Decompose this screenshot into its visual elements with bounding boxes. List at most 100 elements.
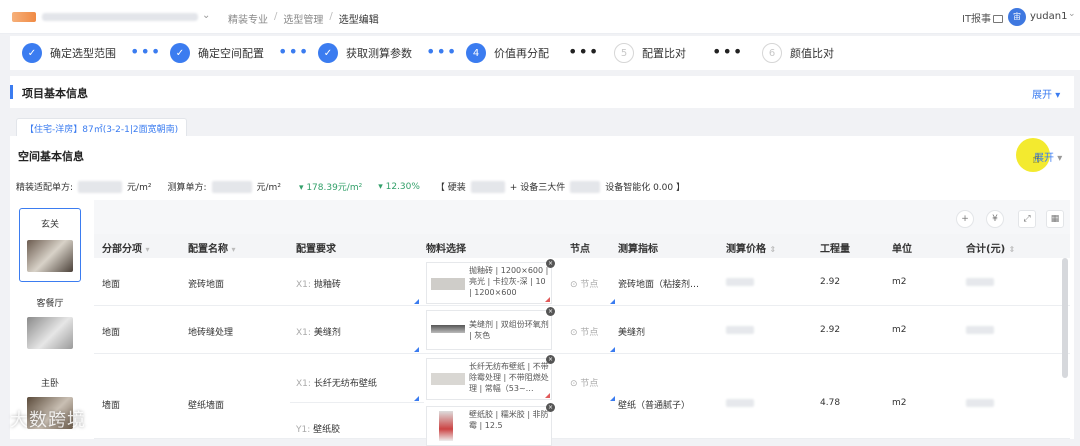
tab-unit-type[interactable]: 【住宅-洋房】87㎡(3-2-1|2面宽朝南)	[16, 118, 188, 137]
room-label: 主卧	[40, 379, 59, 389]
close-icon[interactable]: ×	[546, 355, 555, 364]
material-select[interactable]: 长纤无纺布壁纸 | 不带除霉处理 | 不带阻燃处理 | 常幅（53~… ×	[426, 355, 555, 400]
cell-price	[726, 278, 754, 289]
it-report-button[interactable]: IT报事	[962, 10, 1004, 25]
step-label: 价值再分配	[494, 47, 549, 60]
redacted-value	[78, 180, 123, 193]
material-select[interactable]: 抛釉砖 | 1200×600 | 亮光 | 卡拉灰-深 | 10 | 1200×…	[426, 259, 555, 304]
breadcrumb-item[interactable]: 选型管理	[283, 11, 323, 26]
expand-label: 展开	[1032, 90, 1052, 101]
column-header-price[interactable]: 测算价格 ⇕	[726, 240, 776, 255]
step-progress: ✓ 确定选型范围 ••• ✓ 确定空间配置 ••• ✓ 获取测算参数 ••• 4 价值再…	[10, 36, 1080, 70]
room-item-living-dining[interactable]: 客餐厅	[19, 296, 81, 356]
username[interactable]: yudan1	[1030, 11, 1067, 22]
logo[interactable]	[12, 12, 36, 22]
node-label: 节点	[580, 379, 599, 389]
material-swatch	[439, 411, 453, 441]
column-settings-icon[interactable]: ▦	[1046, 210, 1064, 228]
cell-part: 地面	[102, 328, 121, 338]
node-link[interactable]: ⊙ 节点	[570, 376, 598, 389]
cell-unit: m2	[892, 277, 907, 287]
cell-name: 地砖缝处理	[188, 328, 234, 338]
vertical-scrollbar[interactable]	[1062, 258, 1068, 378]
header-label: 分部分项	[102, 244, 142, 255]
material-select[interactable]: 美缝剂 | 双组份环氧剂 | 灰色 ×	[426, 307, 555, 350]
section-accent-bar	[10, 85, 13, 99]
table-row[interactable]: 墙面 壁纸墙面 X1: 长纤无纺布壁纸 长纤无纺布壁纸 | 不带除霉处理 | 不…	[94, 354, 1070, 446]
breadcrumb: 精装专业 / 选型管理 / 选型编辑	[228, 11, 379, 26]
redacted-value	[470, 180, 505, 193]
add-icon[interactable]: +	[956, 210, 974, 228]
smart-equipment-label: 设备智能化 0.00 】	[605, 183, 685, 193]
step-label: 获取测算参数	[346, 47, 412, 60]
close-icon[interactable]: ×	[546, 307, 555, 316]
node-link[interactable]: ⊙ 节点	[570, 325, 598, 338]
requirement-value: 美缝剂	[313, 328, 341, 338]
chevron-down-icon[interactable]: ⌄	[1068, 9, 1076, 19]
node-label: 节点	[580, 328, 599, 338]
column-header-total[interactable]: 合计(元) ⇕	[966, 240, 1015, 255]
step-5[interactable]: 5 配置比对	[614, 42, 686, 64]
table-header: 分部分项 ▾ 配置名称 ▾ 配置要求 物料选择 节点 测算指标 测算价格 ⇕ 工…	[94, 234, 1070, 258]
project-expand-button[interactable]: 展开 ▾	[1032, 86, 1060, 101]
step-2[interactable]: ✓ 确定空间配置	[170, 42, 264, 64]
chevron-down-icon: ▾	[1055, 90, 1061, 101]
currency-icon[interactable]: ¥	[986, 210, 1004, 228]
cell-requirement[interactable]: Y1: 壁纸胶	[296, 422, 340, 435]
node-link[interactable]: ⊙ 节点	[570, 277, 598, 290]
column-header-metric: 测算指标	[618, 244, 658, 255]
fullscreen-icon[interactable]: ⤢	[1018, 210, 1036, 228]
step-3[interactable]: ✓ 获取测算参数	[318, 42, 412, 64]
editable-corner-icon	[610, 299, 615, 304]
step-label: 配置比对	[642, 47, 686, 60]
step-4[interactable]: 4 价值再分配	[466, 42, 549, 64]
breadcrumb-item[interactable]: 精装专业	[228, 11, 268, 26]
table-row[interactable]: 地面 地砖缝处理 X1: 美缝剂 美缝剂 | 双组份环氧剂 | 灰色 × ⊙ 节…	[94, 306, 1070, 354]
editable-corner-icon	[610, 347, 615, 352]
room-thumbnail	[27, 317, 73, 349]
cell-quantity: 2.92	[820, 325, 841, 335]
cell-requirement[interactable]: X1: 长纤无纺布壁纸	[296, 376, 377, 389]
redacted-value	[726, 278, 754, 286]
close-icon[interactable]: ×	[546, 259, 555, 268]
step-label: 确定选型范围	[50, 47, 116, 60]
cell-metric: 美缝剂	[618, 328, 646, 338]
column-header-name[interactable]: 配置名称 ▾	[188, 240, 236, 255]
redacted-value	[966, 278, 994, 286]
material-select[interactable]: 壁纸胶 | 糯米胶 | 非防霉 | 12.5 ×	[426, 403, 555, 446]
config-table: + ¥ ⤢ ▦ 分部分项 ▾ 配置名称 ▾ 配置要求 物料选择 节点 测算指标 …	[94, 200, 1070, 446]
step-6[interactable]: 6 颜值比对	[762, 42, 834, 64]
table-row[interactable]: 地面 瓷砖地面 X1: 抛釉砖 抛釉砖 | 1200×600 | 亮光 | 卡拉…	[94, 258, 1070, 306]
cell-name: 瓷砖地面	[188, 280, 225, 290]
redacted-value	[726, 399, 754, 407]
filter-icon: ▾	[231, 245, 236, 254]
step-1[interactable]: ✓ 确定选型范围	[22, 42, 116, 64]
sub-row-divider	[290, 402, 424, 403]
equipment-label: + 设备三大件	[509, 183, 566, 193]
top-bar: ⌄ 精装专业 / 选型管理 / 选型编辑 IT报事 宙 yudan1 ⌄	[0, 0, 1080, 34]
column-header-part[interactable]: 分部分项 ▾	[102, 240, 150, 255]
filter-icon: ▾	[145, 245, 150, 254]
column-header-material: 物料选择	[426, 244, 466, 255]
step-connector-dots: •••	[712, 42, 744, 61]
room-item-entrance[interactable]: 玄关	[19, 208, 81, 282]
step-connector-dots: •••	[568, 42, 600, 61]
message-icon	[993, 15, 1004, 23]
calc-price-label: 测算单方:	[167, 183, 207, 193]
requirement-value: 壁纸胶	[313, 425, 341, 435]
room-label: 玄关	[40, 220, 59, 230]
project-switch-caret-icon[interactable]: ⌄	[202, 10, 210, 21]
header-label: 合计(元)	[966, 244, 1006, 255]
avatar[interactable]: 宙	[1008, 8, 1026, 26]
cell-requirement[interactable]: X1: 抛釉砖	[296, 277, 341, 290]
requirement-code: X1:	[296, 379, 311, 389]
cell-part: 地面	[102, 280, 121, 290]
cell-total	[966, 399, 994, 410]
material-text: 长纤无纺布壁纸 | 不带除霉处理 | 不带阻燃处理 | 常幅（53~…	[469, 362, 549, 393]
chevron-down-icon: ▾	[1057, 153, 1063, 164]
close-icon[interactable]: ×	[546, 403, 555, 412]
project-info-title: 项目基本信息	[22, 87, 88, 100]
editable-corner-icon	[545, 297, 550, 302]
cell-requirement[interactable]: X1: 美缝剂	[296, 325, 341, 338]
unit-price-label: 精装适配单方:	[16, 183, 74, 193]
